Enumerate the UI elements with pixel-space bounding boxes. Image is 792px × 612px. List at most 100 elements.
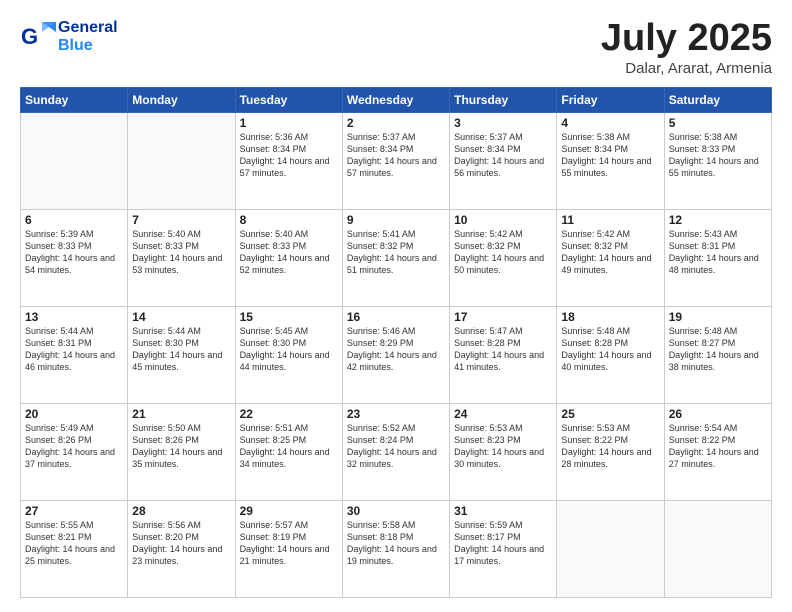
day-number: 12 xyxy=(669,213,767,227)
logo: G General Blue xyxy=(20,18,118,56)
header: G General Blue xyxy=(20,18,772,77)
day-number: 3 xyxy=(454,116,552,130)
calendar-cell xyxy=(128,112,235,209)
day-number: 14 xyxy=(132,310,230,324)
calendar-cell: 13Sunrise: 5:44 AM Sunset: 8:31 PM Dayli… xyxy=(21,306,128,403)
weekday-header-wednesday: Wednesday xyxy=(342,87,449,112)
calendar-cell: 20Sunrise: 5:49 AM Sunset: 8:26 PM Dayli… xyxy=(21,403,128,500)
day-info: Sunrise: 5:55 AM Sunset: 8:21 PM Dayligh… xyxy=(25,519,123,568)
day-number: 11 xyxy=(561,213,659,227)
day-number: 31 xyxy=(454,504,552,518)
calendar-cell: 19Sunrise: 5:48 AM Sunset: 8:27 PM Dayli… xyxy=(664,306,771,403)
weekday-header-row: SundayMondayTuesdayWednesdayThursdayFrid… xyxy=(21,87,772,112)
calendar-cell: 16Sunrise: 5:46 AM Sunset: 8:29 PM Dayli… xyxy=(342,306,449,403)
calendar-cell: 7Sunrise: 5:40 AM Sunset: 8:33 PM Daylig… xyxy=(128,209,235,306)
day-number: 21 xyxy=(132,407,230,421)
day-number: 22 xyxy=(240,407,338,421)
calendar-table: SundayMondayTuesdayWednesdayThursdayFrid… xyxy=(20,87,772,598)
day-info: Sunrise: 5:37 AM Sunset: 8:34 PM Dayligh… xyxy=(347,131,445,180)
weekday-header-tuesday: Tuesday xyxy=(235,87,342,112)
day-info: Sunrise: 5:58 AM Sunset: 8:18 PM Dayligh… xyxy=(347,519,445,568)
logo-blue: Blue xyxy=(58,37,93,54)
day-info: Sunrise: 5:42 AM Sunset: 8:32 PM Dayligh… xyxy=(561,228,659,277)
calendar-cell: 29Sunrise: 5:57 AM Sunset: 8:19 PM Dayli… xyxy=(235,500,342,597)
day-info: Sunrise: 5:47 AM Sunset: 8:28 PM Dayligh… xyxy=(454,325,552,374)
day-number: 8 xyxy=(240,213,338,227)
title-block: July 2025 Dalar, Ararat, Armenia xyxy=(601,18,772,77)
weekday-header-sunday: Sunday xyxy=(21,87,128,112)
day-number: 28 xyxy=(132,504,230,518)
calendar-cell: 18Sunrise: 5:48 AM Sunset: 8:28 PM Dayli… xyxy=(557,306,664,403)
calendar-cell: 5Sunrise: 5:38 AM Sunset: 8:33 PM Daylig… xyxy=(664,112,771,209)
calendar-cell: 30Sunrise: 5:58 AM Sunset: 8:18 PM Dayli… xyxy=(342,500,449,597)
day-info: Sunrise: 5:50 AM Sunset: 8:26 PM Dayligh… xyxy=(132,422,230,471)
day-info: Sunrise: 5:49 AM Sunset: 8:26 PM Dayligh… xyxy=(25,422,123,471)
day-number: 17 xyxy=(454,310,552,324)
calendar-cell xyxy=(557,500,664,597)
day-number: 2 xyxy=(347,116,445,130)
day-number: 24 xyxy=(454,407,552,421)
weekday-header-thursday: Thursday xyxy=(450,87,557,112)
location: Dalar, Ararat, Armenia xyxy=(601,60,772,77)
day-info: Sunrise: 5:37 AM Sunset: 8:34 PM Dayligh… xyxy=(454,131,552,180)
day-number: 27 xyxy=(25,504,123,518)
day-info: Sunrise: 5:59 AM Sunset: 8:17 PM Dayligh… xyxy=(454,519,552,568)
calendar-cell: 21Sunrise: 5:50 AM Sunset: 8:26 PM Dayli… xyxy=(128,403,235,500)
day-info: Sunrise: 5:57 AM Sunset: 8:19 PM Dayligh… xyxy=(240,519,338,568)
day-number: 10 xyxy=(454,213,552,227)
calendar-cell: 12Sunrise: 5:43 AM Sunset: 8:31 PM Dayli… xyxy=(664,209,771,306)
day-number: 1 xyxy=(240,116,338,130)
calendar-cell xyxy=(664,500,771,597)
day-number: 20 xyxy=(25,407,123,421)
calendar-cell: 23Sunrise: 5:52 AM Sunset: 8:24 PM Dayli… xyxy=(342,403,449,500)
day-info: Sunrise: 5:41 AM Sunset: 8:32 PM Dayligh… xyxy=(347,228,445,277)
calendar-week-5: 27Sunrise: 5:55 AM Sunset: 8:21 PM Dayli… xyxy=(21,500,772,597)
day-info: Sunrise: 5:52 AM Sunset: 8:24 PM Dayligh… xyxy=(347,422,445,471)
day-info: Sunrise: 5:48 AM Sunset: 8:28 PM Dayligh… xyxy=(561,325,659,374)
weekday-header-monday: Monday xyxy=(128,87,235,112)
day-number: 30 xyxy=(347,504,445,518)
svg-text:G: G xyxy=(21,24,38,49)
day-number: 5 xyxy=(669,116,767,130)
calendar-cell: 2Sunrise: 5:37 AM Sunset: 8:34 PM Daylig… xyxy=(342,112,449,209)
calendar-week-4: 20Sunrise: 5:49 AM Sunset: 8:26 PM Dayli… xyxy=(21,403,772,500)
calendar-cell: 17Sunrise: 5:47 AM Sunset: 8:28 PM Dayli… xyxy=(450,306,557,403)
calendar-cell: 11Sunrise: 5:42 AM Sunset: 8:32 PM Dayli… xyxy=(557,209,664,306)
calendar-week-3: 13Sunrise: 5:44 AM Sunset: 8:31 PM Dayli… xyxy=(21,306,772,403)
day-number: 9 xyxy=(347,213,445,227)
day-number: 26 xyxy=(669,407,767,421)
calendar-cell: 25Sunrise: 5:53 AM Sunset: 8:22 PM Dayli… xyxy=(557,403,664,500)
day-info: Sunrise: 5:44 AM Sunset: 8:30 PM Dayligh… xyxy=(132,325,230,374)
calendar-cell: 8Sunrise: 5:40 AM Sunset: 8:33 PM Daylig… xyxy=(235,209,342,306)
day-info: Sunrise: 5:45 AM Sunset: 8:30 PM Dayligh… xyxy=(240,325,338,374)
day-info: Sunrise: 5:53 AM Sunset: 8:23 PM Dayligh… xyxy=(454,422,552,471)
day-number: 29 xyxy=(240,504,338,518)
day-info: Sunrise: 5:38 AM Sunset: 8:33 PM Dayligh… xyxy=(669,131,767,180)
calendar-cell: 6Sunrise: 5:39 AM Sunset: 8:33 PM Daylig… xyxy=(21,209,128,306)
logo-general: General xyxy=(58,19,118,36)
day-number: 6 xyxy=(25,213,123,227)
month-title: July 2025 xyxy=(601,18,772,60)
calendar-cell: 24Sunrise: 5:53 AM Sunset: 8:23 PM Dayli… xyxy=(450,403,557,500)
calendar-week-2: 6Sunrise: 5:39 AM Sunset: 8:33 PM Daylig… xyxy=(21,209,772,306)
calendar-cell: 26Sunrise: 5:54 AM Sunset: 8:22 PM Dayli… xyxy=(664,403,771,500)
day-info: Sunrise: 5:40 AM Sunset: 8:33 PM Dayligh… xyxy=(132,228,230,277)
day-info: Sunrise: 5:44 AM Sunset: 8:31 PM Dayligh… xyxy=(25,325,123,374)
day-info: Sunrise: 5:54 AM Sunset: 8:22 PM Dayligh… xyxy=(669,422,767,471)
day-number: 16 xyxy=(347,310,445,324)
day-number: 19 xyxy=(669,310,767,324)
calendar-cell: 4Sunrise: 5:38 AM Sunset: 8:34 PM Daylig… xyxy=(557,112,664,209)
day-info: Sunrise: 5:46 AM Sunset: 8:29 PM Dayligh… xyxy=(347,325,445,374)
day-info: Sunrise: 5:42 AM Sunset: 8:32 PM Dayligh… xyxy=(454,228,552,277)
calendar-cell: 15Sunrise: 5:45 AM Sunset: 8:30 PM Dayli… xyxy=(235,306,342,403)
day-number: 7 xyxy=(132,213,230,227)
calendar-cell: 3Sunrise: 5:37 AM Sunset: 8:34 PM Daylig… xyxy=(450,112,557,209)
calendar-cell: 1Sunrise: 5:36 AM Sunset: 8:34 PM Daylig… xyxy=(235,112,342,209)
calendar-cell: 14Sunrise: 5:44 AM Sunset: 8:30 PM Dayli… xyxy=(128,306,235,403)
page: G General Blue xyxy=(0,0,792,612)
day-number: 18 xyxy=(561,310,659,324)
day-info: Sunrise: 5:36 AM Sunset: 8:34 PM Dayligh… xyxy=(240,131,338,180)
calendar-cell: 22Sunrise: 5:51 AM Sunset: 8:25 PM Dayli… xyxy=(235,403,342,500)
calendar-cell: 9Sunrise: 5:41 AM Sunset: 8:32 PM Daylig… xyxy=(342,209,449,306)
day-info: Sunrise: 5:40 AM Sunset: 8:33 PM Dayligh… xyxy=(240,228,338,277)
